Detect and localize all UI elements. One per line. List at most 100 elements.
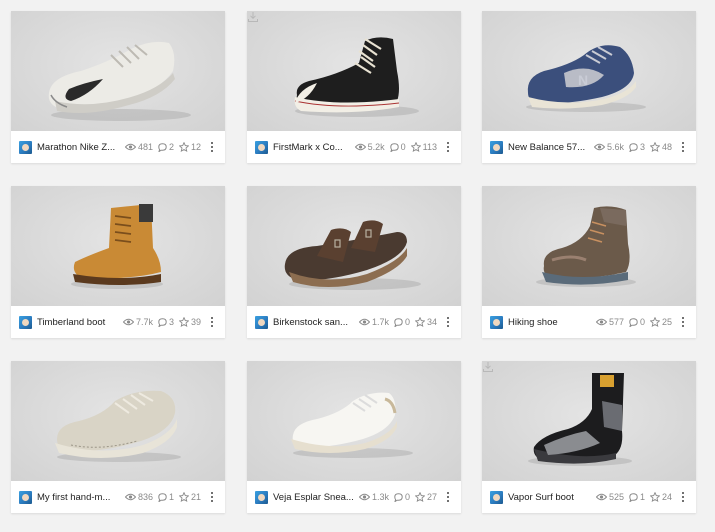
like-count[interactable]: 12: [178, 142, 201, 152]
comment-count-value: 0: [639, 317, 645, 327]
more-options-icon[interactable]: [207, 140, 217, 154]
like-count[interactable]: 27: [414, 492, 437, 502]
model-card[interactable]: FirstMark x Co... 5.2k 0 113: [247, 11, 461, 163]
author-avatar[interactable]: [490, 140, 503, 154]
model-title[interactable]: My first hand-m...: [37, 492, 110, 503]
eye-icon: [358, 493, 370, 501]
view-count: 5.6k: [593, 142, 624, 152]
author-avatar[interactable]: [255, 140, 268, 154]
eye-icon: [124, 143, 136, 151]
view-count-value: 577: [608, 317, 624, 327]
like-count[interactable]: 113: [410, 142, 437, 152]
more-options-icon[interactable]: [678, 490, 688, 504]
model-card[interactable]: Marathon Nike Z... 481 2 12: [11, 11, 225, 163]
more-options-icon[interactable]: [443, 490, 453, 504]
comment-icon: [394, 317, 403, 327]
model-thumbnail[interactable]: [247, 186, 461, 306]
comment-count-value: 1: [639, 492, 645, 502]
comment-icon: [629, 492, 638, 502]
comment-count-value: 2: [168, 142, 174, 152]
more-options-icon[interactable]: [443, 315, 453, 329]
model-card[interactable]: N New Balance 57... 5.6k 3 48: [482, 11, 696, 163]
model-card-footer: Hiking shoe 577 0 25: [482, 306, 696, 338]
author-avatar[interactable]: [19, 315, 32, 329]
surf-boot-image: [528, 373, 632, 466]
model-stats: 5.2k 0 113: [350, 142, 437, 152]
model-thumbnail[interactable]: [482, 186, 696, 306]
like-count[interactable]: 34: [414, 317, 437, 327]
author-avatar[interactable]: [490, 490, 503, 504]
view-count-value: 1.3k: [371, 492, 389, 502]
more-options-icon[interactable]: [678, 315, 688, 329]
view-count: 1.3k: [358, 492, 389, 502]
comment-count: 1: [158, 492, 174, 502]
comment-count-value: 3: [168, 317, 174, 327]
model-title[interactable]: FirstMark x Co...: [273, 142, 343, 153]
author-avatar[interactable]: [19, 490, 32, 504]
comment-icon: [629, 317, 638, 327]
white-sneaker-image: [291, 392, 413, 458]
star-icon: [178, 492, 189, 502]
like-count[interactable]: 24: [649, 492, 672, 502]
model-thumbnail[interactable]: N: [482, 11, 696, 131]
comment-count: 0: [394, 492, 410, 502]
view-count-value: 7.7k: [135, 317, 153, 327]
model-stats: 525 1 24: [591, 492, 672, 502]
comment-count-value: 0: [400, 142, 406, 152]
model-card-footer: Vapor Surf boot 525 1 24: [482, 481, 696, 513]
model-card[interactable]: My first hand-m... 836 1 21: [11, 361, 225, 513]
author-avatar[interactable]: [255, 315, 268, 329]
model-card[interactable]: Hiking shoe 577 0 25: [482, 186, 696, 338]
view-count-value: 481: [137, 142, 153, 152]
model-thumbnail[interactable]: [11, 186, 225, 306]
model-thumbnail[interactable]: [247, 11, 461, 131]
like-count[interactable]: 48: [649, 142, 672, 152]
comment-count: 0: [389, 142, 406, 152]
more-options-icon[interactable]: [443, 140, 453, 154]
author-avatar[interactable]: [255, 490, 268, 504]
model-title[interactable]: Birkenstock san...: [273, 317, 348, 328]
model-card[interactable]: Timberland boot 7.7k 3 39: [11, 186, 225, 338]
comment-icon: [158, 142, 167, 152]
like-count-value: 27: [426, 492, 437, 502]
model-card[interactable]: Birkenstock san... 1.7k 0 34: [247, 186, 461, 338]
like-count[interactable]: 21: [178, 492, 201, 502]
like-count[interactable]: 39: [178, 317, 201, 327]
like-count[interactable]: 25: [649, 317, 672, 327]
model-card-footer: FirstMark x Co... 5.2k 0 113: [247, 131, 461, 163]
author-avatar[interactable]: [19, 140, 32, 154]
view-count-value: 525: [608, 492, 624, 502]
more-options-icon[interactable]: [207, 490, 217, 504]
download-icon[interactable]: [247, 11, 259, 23]
like-count-value: 39: [190, 317, 201, 327]
model-card[interactable]: Veja Esplar Snea... 1.3k 0 27: [247, 361, 461, 513]
star-icon: [178, 142, 189, 152]
model-card[interactable]: Vapor Surf boot 525 1 24: [482, 361, 696, 513]
model-stats: 481 2 12: [120, 142, 201, 152]
more-options-icon[interactable]: [207, 315, 217, 329]
model-card-footer: Timberland boot 7.7k 3 39: [11, 306, 225, 338]
model-thumbnail[interactable]: [247, 361, 461, 481]
model-title[interactable]: Vapor Surf boot: [508, 492, 574, 503]
model-thumbnail[interactable]: [11, 11, 225, 131]
star-icon: [178, 317, 189, 327]
model-thumbnail[interactable]: [11, 361, 225, 481]
model-title[interactable]: New Balance 57...: [508, 142, 585, 153]
view-count-value: 5.6k: [606, 142, 624, 152]
star-icon: [649, 142, 660, 152]
model-title[interactable]: Marathon Nike Z...: [37, 142, 115, 153]
sneaker-image: N: [526, 45, 646, 112]
svg-text:N: N: [578, 72, 588, 88]
like-count-value: 48: [661, 142, 672, 152]
more-options-icon[interactable]: [678, 140, 688, 154]
download-icon[interactable]: [482, 361, 494, 373]
eye-icon: [593, 143, 605, 151]
model-title[interactable]: Timberland boot: [37, 317, 105, 328]
view-count: 525: [595, 492, 624, 502]
model-thumbnail[interactable]: [482, 361, 696, 481]
eye-icon: [354, 143, 366, 151]
model-title[interactable]: Hiking shoe: [508, 317, 558, 328]
author-avatar[interactable]: [490, 315, 503, 329]
model-title[interactable]: Veja Esplar Snea...: [273, 492, 354, 503]
sandal-image: [284, 220, 421, 290]
